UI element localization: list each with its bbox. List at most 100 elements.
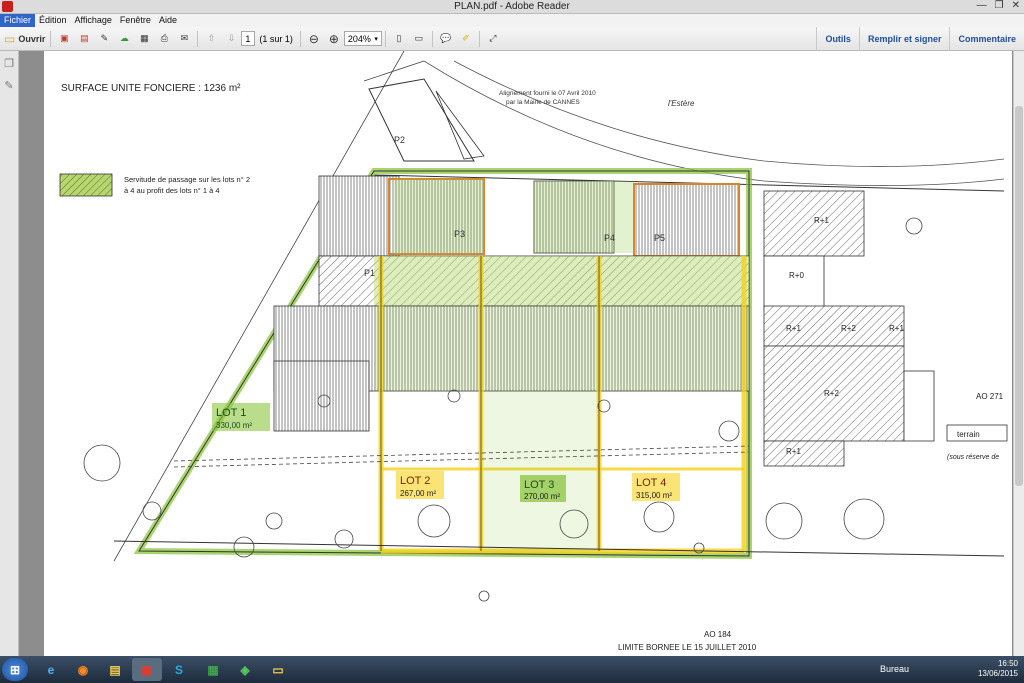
minimize-icon[interactable]: — <box>977 0 987 11</box>
expand-icon: ⤢ <box>489 33 497 43</box>
windows-taskbar: ⊞ e ◉ ▤ ▣ S ▦ ◈ ▭ Bureau 16:50 13/06/201… <box>0 656 1024 683</box>
menu-affichage[interactable]: Affichage <box>71 14 116 27</box>
create-pdf-button[interactable]: ▣ <box>56 30 72 48</box>
lot-1-area: 330,00 m² <box>216 421 252 430</box>
fill-sign-link[interactable]: Remplir et signer <box>858 27 950 51</box>
comment-button[interactable]: 💬 <box>438 30 454 48</box>
create-pdf-icon: ▣ <box>60 33 69 43</box>
toolbar-separator <box>299 30 301 47</box>
site-plan-drawing: SURFACE UNITE FONCIERE : 1236 m² Servitu… <box>59 51 1008 652</box>
email-button[interactable]: ✉ <box>176 30 192 48</box>
document-viewer[interactable]: SURFACE UNITE FONCIERE : 1236 m² Servitu… <box>19 51 1013 656</box>
lot-1-name: LOT 1 <box>216 407 246 419</box>
excel-icon[interactable]: ▦ <box>198 658 228 681</box>
building-label: R+2 <box>841 324 856 333</box>
skype-icon[interactable]: S <box>164 658 194 681</box>
title-bar: PLAN.pdf - Adobe Reader — ❐ ✕ <box>0 0 1024 14</box>
export-pdf-button[interactable]: ▤ <box>76 30 92 48</box>
menu-edition[interactable]: Édition <box>35 14 71 27</box>
bureau-toolbar-label[interactable]: Bureau <box>880 664 909 674</box>
arrow-down-icon: ⇩ <box>227 33 236 43</box>
envelope-icon: ✉ <box>180 33 189 43</box>
edit-pdf-button[interactable]: ✎ <box>96 30 112 48</box>
comment-link[interactable]: Commentaire <box>949 27 1024 51</box>
plus-circle-icon: ⊕ <box>328 31 339 46</box>
parking-label: P1 <box>364 268 375 278</box>
page-number-input[interactable]: 1 <box>241 31 256 46</box>
lot-2-name: LOT 2 <box>400 475 430 487</box>
building-label: R+2 <box>824 389 839 398</box>
zoom-value: 204% <box>347 33 371 44</box>
save-icon: ▦ <box>140 33 149 43</box>
building-label: R+1 <box>786 447 801 456</box>
toolbar-separator <box>50 30 52 47</box>
maximize-icon[interactable]: ❐ <box>995 0 1004 11</box>
menu-bar: Fichier Édition Affichage Fenêtre Aide <box>0 14 1024 27</box>
file-explorer-icon[interactable]: ▤ <box>100 658 130 681</box>
internet-explorer-icon[interactable]: e <box>36 658 66 681</box>
close-icon[interactable]: ✕ <box>1012 0 1020 11</box>
attachment-icon[interactable]: ✎ <box>3 79 15 93</box>
parking-label: P4 <box>604 233 615 243</box>
surface-title: SURFACE UNITE FONCIERE : 1236 m² <box>61 83 241 94</box>
green-app-icon[interactable]: ◈ <box>230 658 260 681</box>
save-button[interactable]: ▦ <box>136 30 152 48</box>
fit-width-button[interactable]: ▭ <box>411 30 427 48</box>
start-button[interactable]: ⊞ <box>2 658 28 681</box>
chevron-down-icon: ▾ <box>374 35 378 43</box>
menu-fenetre[interactable]: Fenêtre <box>116 14 155 27</box>
zoom-select[interactable]: 204% ▾ <box>343 31 382 46</box>
folder-icon: ▭ <box>4 31 16 46</box>
zoom-out-button[interactable]: ⊖ <box>306 30 322 48</box>
navigation-panel: ❐ ✎ <box>0 51 19 656</box>
expand-button[interactable]: ⤢ <box>485 30 501 48</box>
vertical-scrollbar[interactable] <box>1013 51 1024 656</box>
clock-time: 16:50 <box>997 659 1018 668</box>
building-label: R+1 <box>786 324 801 333</box>
toolbar-separator <box>197 30 199 47</box>
lot-4-name: LOT 4 <box>636 477 666 489</box>
alignment-line-2: par la Mairie de CANNES <box>506 99 580 106</box>
lot-3-area: 270,00 m² <box>524 492 560 501</box>
pdf-page: SURFACE UNITE FONCIERE : 1236 m² Servitu… <box>44 51 1012 656</box>
open-button[interactable]: ▭ Ouvrir <box>4 30 45 48</box>
legend-line-1: Servitude de passage sur les lots n° 2 <box>124 175 250 184</box>
zoom-in-button[interactable]: ⊕ <box>326 30 342 48</box>
estere-label: l'Estère <box>668 99 695 108</box>
toolbar-separator <box>431 30 433 47</box>
building-label: R+0 <box>789 271 804 280</box>
menu-fichier[interactable]: Fichier <box>0 14 36 27</box>
firefox-icon[interactable]: ◉ <box>68 658 98 681</box>
lot-2-area: 267,00 m² <box>400 489 436 498</box>
parking-label: P5 <box>654 233 665 243</box>
next-page-button[interactable]: ⇩ <box>223 30 239 48</box>
page-thumbnails-icon[interactable]: ❐ <box>3 57 15 71</box>
scrollbar-thumb[interactable] <box>1015 106 1023 486</box>
fit-page-icon: ▯ <box>396 33 402 43</box>
page-total-label: (1 sur 1) <box>259 33 293 44</box>
system-tray[interactable]: 16:50 13/06/2015 <box>978 659 1018 679</box>
adobe-reader-taskbar-icon[interactable]: ▣ <box>132 658 162 681</box>
export-pdf-icon: ▤ <box>80 33 89 43</box>
highlight-button[interactable]: ✐ <box>458 30 474 48</box>
alignment-line-1: Alignement fourni le 07 Avril 2010 <box>499 90 596 97</box>
speech-bubble-icon: 💬 <box>440 33 452 43</box>
menu-aide[interactable]: Aide <box>155 14 181 27</box>
terrain-label: terrain <box>957 430 980 439</box>
fit-page-button[interactable]: ▯ <box>391 30 407 48</box>
cloud-icon: ☁ <box>119 33 129 43</box>
print-button[interactable]: ⎙ <box>156 30 172 48</box>
previous-page-button[interactable]: ⇧ <box>203 30 219 48</box>
print-icon: ⎙ <box>160 33 168 43</box>
lot-4-area: 315,00 m² <box>636 491 672 500</box>
arrow-up-icon: ⇧ <box>207 33 216 43</box>
building-label: R+1 <box>889 324 904 333</box>
bottom-limit-label: LIMITE BORNEE LE 15 JUILLET 2010 <box>618 643 757 652</box>
minus-circle-icon: ⊖ <box>308 31 319 46</box>
upload-button[interactable]: ☁ <box>116 30 132 48</box>
highlighter-icon: ✐ <box>462 33 470 43</box>
folder-taskbar-icon[interactable]: ▭ <box>263 658 293 681</box>
tools-link[interactable]: Outils <box>816 27 859 51</box>
bottom-parcel-ref: AO 184 <box>704 630 732 639</box>
toolbar-separator <box>478 30 480 47</box>
